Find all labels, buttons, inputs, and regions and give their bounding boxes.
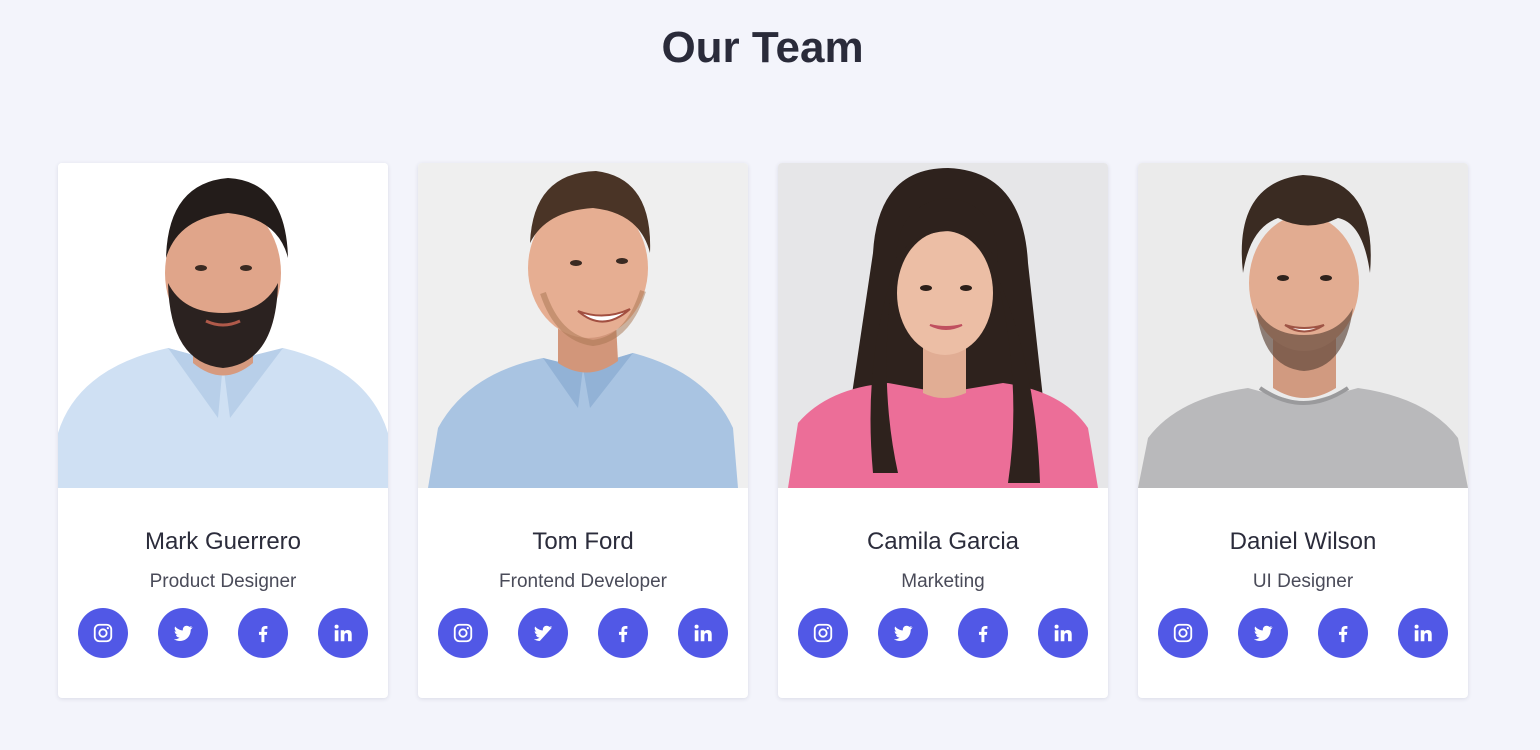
linkedin-icon — [334, 624, 352, 642]
member-photo — [418, 163, 748, 488]
twitter-icon — [533, 625, 553, 641]
social-links — [78, 608, 368, 658]
linkedin-icon — [694, 624, 712, 642]
team-card: Daniel Wilson UI Designer — [1138, 163, 1468, 698]
twitter-icon — [173, 625, 193, 641]
team-grid: Mark Guerrero Product Designer Tom Ford … — [58, 163, 1468, 698]
twitter-icon — [893, 625, 913, 641]
member-photo — [1138, 163, 1468, 488]
social-links — [438, 608, 728, 658]
instagram-icon — [813, 623, 833, 643]
member-name: Camila Garcia — [866, 528, 1020, 555]
member-role: UI Designer — [1252, 571, 1354, 592]
linkedin-button[interactable] — [318, 608, 368, 658]
linkedin-button[interactable] — [678, 608, 728, 658]
linkedin-icon — [1414, 624, 1432, 642]
linkedin-button[interactable] — [1038, 608, 1088, 658]
instagram-button[interactable] — [798, 608, 848, 658]
member-role: Marketing — [901, 571, 985, 592]
member-photo — [778, 163, 1108, 488]
instagram-button[interactable] — [1158, 608, 1208, 658]
linkedin-button[interactable] — [1398, 608, 1448, 658]
member-name: Tom Ford — [532, 528, 634, 555]
facebook-icon — [1338, 625, 1348, 643]
twitter-button[interactable] — [878, 608, 928, 658]
facebook-button[interactable] — [598, 608, 648, 658]
team-card: Tom Ford Frontend Developer — [418, 163, 748, 698]
facebook-button[interactable] — [1318, 608, 1368, 658]
team-card: Camila Garcia Marketing — [778, 163, 1108, 698]
facebook-button[interactable] — [958, 608, 1008, 658]
page-title: Our Team — [661, 23, 864, 72]
facebook-icon — [258, 625, 268, 643]
twitter-icon — [1253, 625, 1273, 641]
facebook-icon — [618, 625, 628, 643]
instagram-button[interactable] — [78, 608, 128, 658]
member-name: Mark Guerrero — [144, 528, 302, 555]
twitter-button[interactable] — [518, 608, 568, 658]
instagram-icon — [93, 623, 113, 643]
instagram-icon — [453, 623, 473, 643]
member-name: Daniel Wilson — [1229, 528, 1377, 555]
team-card: Mark Guerrero Product Designer — [58, 163, 388, 698]
member-role: Product Designer — [149, 571, 297, 592]
social-links — [1158, 608, 1448, 658]
social-links — [798, 608, 1088, 658]
member-role: Frontend Developer — [499, 571, 667, 592]
twitter-button[interactable] — [158, 608, 208, 658]
member-photo — [58, 163, 388, 488]
facebook-icon — [978, 625, 988, 643]
facebook-button[interactable] — [238, 608, 288, 658]
linkedin-icon — [1054, 624, 1072, 642]
instagram-button[interactable] — [438, 608, 488, 658]
instagram-icon — [1173, 623, 1193, 643]
twitter-button[interactable] — [1238, 608, 1288, 658]
